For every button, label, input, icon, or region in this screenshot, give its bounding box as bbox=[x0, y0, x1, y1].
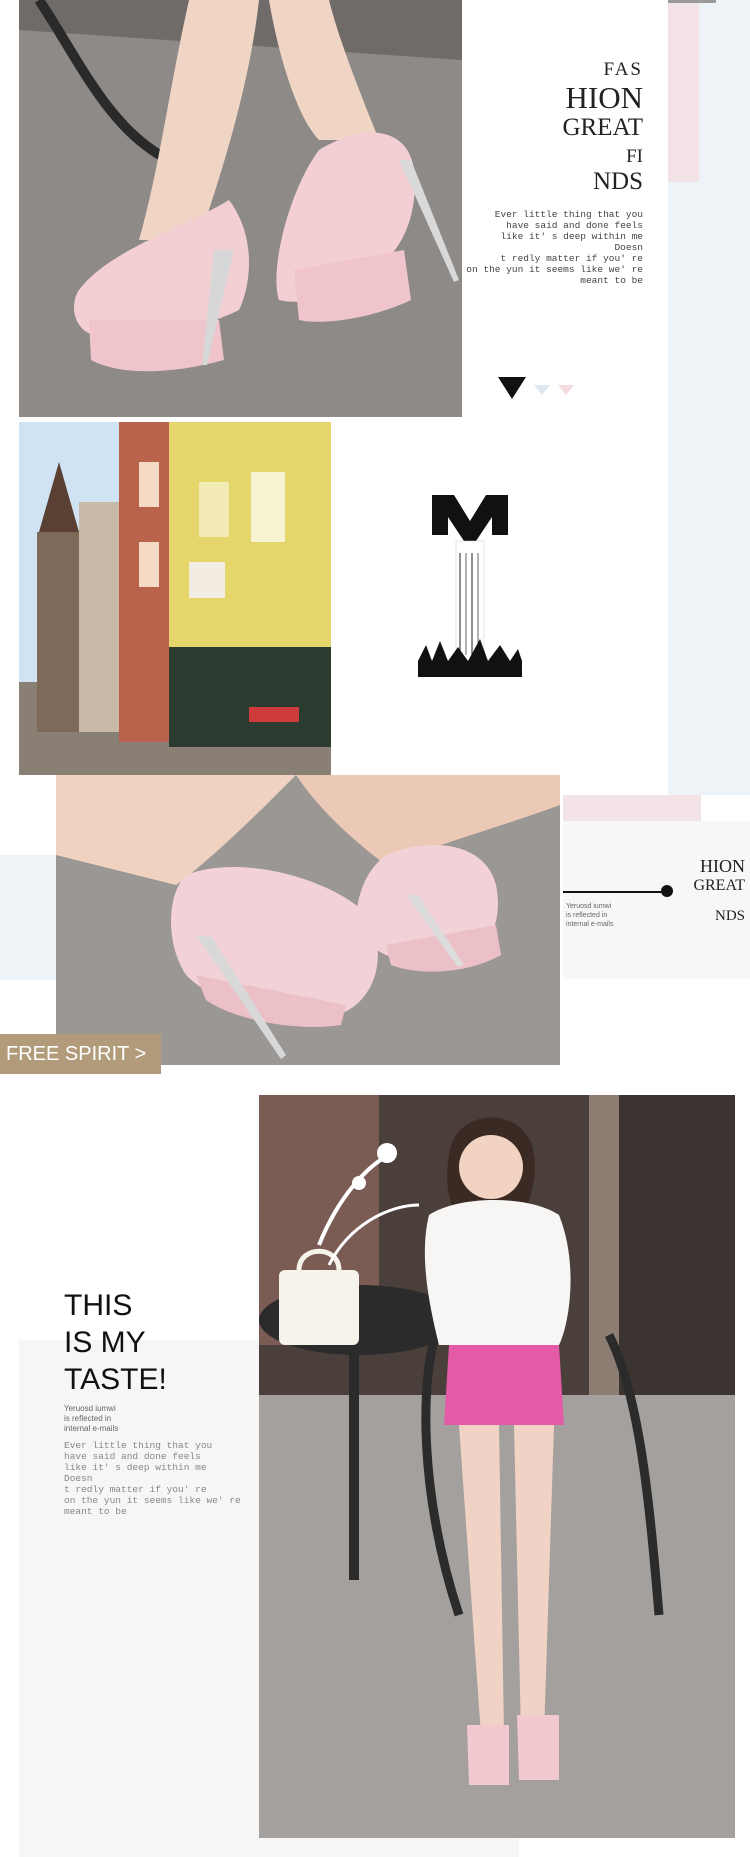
pink-accent-bar bbox=[668, 0, 699, 182]
taste-title-line-1: THIS bbox=[64, 1289, 133, 1322]
modernism-logo bbox=[418, 495, 522, 685]
free-spirit-label: FREE SPIRIT > bbox=[6, 1042, 147, 1065]
taste-title-line-2: IS MY bbox=[64, 1326, 146, 1359]
hero-heading-line-5: NDS bbox=[592, 167, 643, 195]
taste-title-line-3: TASTE! bbox=[64, 1363, 167, 1396]
shoe-closeup-photo bbox=[56, 775, 560, 1065]
free-spirit-banner[interactable]: FREE SPIRIT > bbox=[0, 1034, 161, 1074]
town-street-photo bbox=[19, 422, 331, 775]
right-gray-panel bbox=[563, 821, 750, 979]
hero-heading-line-2: HION bbox=[565, 79, 644, 115]
right-panel-heading-3: NDS bbox=[714, 908, 745, 924]
left-light-blue-panel bbox=[0, 855, 56, 980]
right-panel-heading-1: HION bbox=[700, 856, 745, 876]
right-panel-caption: Yeruosd iumwi is reflected in internal e… bbox=[566, 903, 614, 928]
hero-heading-line-4: FI bbox=[626, 145, 643, 167]
pink-accent-strip bbox=[563, 795, 701, 821]
hero-heading-line-1: FAS bbox=[603, 59, 643, 80]
taste-caption: Yeruosd iumwi is reflected in internal e… bbox=[64, 1404, 119, 1433]
right-panel-dot bbox=[661, 885, 673, 897]
taste-title: THIS IS MY TASTE! bbox=[64, 1287, 167, 1398]
hero-body-copy: Ever little thing that you have said and… bbox=[466, 209, 643, 286]
model-lifestyle-photo bbox=[259, 1095, 735, 1838]
hero-heading-line-3: GREAT bbox=[562, 113, 643, 141]
right-panel-heading-2: GREAT bbox=[693, 877, 745, 894]
triangle-decoration bbox=[498, 377, 574, 399]
top-edge-gray-bar bbox=[668, 0, 716, 3]
taste-body-copy: Ever little thing that you have said and… bbox=[64, 1440, 241, 1517]
hero-shoe-photo bbox=[19, 0, 462, 417]
right-panel-divider-line bbox=[563, 891, 667, 893]
hero-heading: FAS HION GREAT FI NDS bbox=[562, 59, 644, 195]
